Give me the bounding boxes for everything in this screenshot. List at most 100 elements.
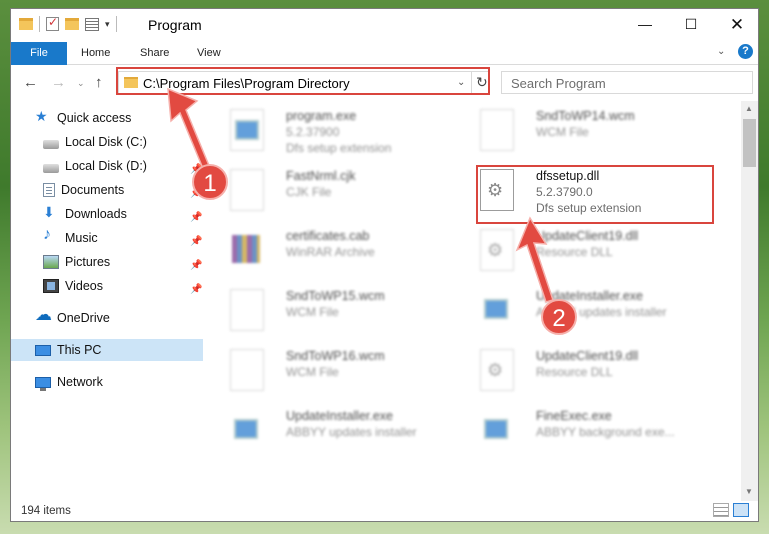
sidebar-item-local-disk-d[interactable]: Local Disk (D:) (11, 155, 203, 177)
file-icon (230, 289, 264, 331)
toolbar-divider (115, 16, 117, 32)
large-icons-view-icon[interactable] (733, 503, 749, 517)
search-box[interactable]: Search Program (501, 71, 753, 94)
file-item[interactable]: FineExec.exe ABBYY background exe... (458, 403, 698, 459)
scroll-up-icon[interactable]: ▲ (745, 104, 753, 113)
sidebar-item-label: Quick access (57, 111, 132, 125)
pictures-icon (43, 255, 59, 269)
sidebar-item-label: Videos (65, 279, 103, 293)
sidebar-item-videos[interactable]: Videos (11, 275, 203, 297)
file-name: UpdateInstaller.exe (286, 409, 394, 423)
videos-icon (43, 279, 59, 293)
disk-icon (43, 163, 59, 173)
file-type: ABBYY background exe... (536, 425, 675, 439)
file-type: WCM File (286, 365, 339, 379)
sidebar-item-label: Local Disk (C:) (65, 135, 147, 149)
search-input[interactable]: Search Program (511, 76, 606, 91)
file-type: WCM File (286, 305, 339, 319)
sidebar-item-quick-access[interactable]: Quick access (11, 107, 203, 129)
ribbon-tabs: File Home Share View ⌄ ? (11, 40, 758, 65)
expand-ribbon-icon[interactable]: ⌄ (717, 46, 725, 57)
maximize-button[interactable]: ☐ (668, 9, 714, 40)
file-item[interactable]: UpdateInstaller.exe ABBYY updates instal… (458, 283, 698, 339)
file-item[interactable]: ⚙ UpdateClient19.dll Resource DLL (458, 223, 698, 279)
pin-icon[interactable]: 📌 (190, 260, 202, 271)
sidebar-item-label: This PC (57, 343, 102, 357)
forward-button[interactable]: → (51, 74, 66, 91)
sidebar-item-label: Documents (61, 183, 125, 197)
recent-locations-button[interactable]: ⌄ (77, 78, 85, 89)
file-item[interactable]: ⚙ UpdateClient19.dll Resource DLL (458, 343, 698, 399)
sidebar-item-label: Network (57, 375, 103, 389)
file-icon (230, 349, 264, 391)
onedrive-icon (35, 305, 52, 325)
properties-icon[interactable] (85, 17, 99, 31)
file-item[interactable]: certificates.cab WinRAR Archive (208, 223, 448, 279)
file-name: UpdateClient19.dll (536, 349, 639, 363)
file-name: FineExec.exe (536, 409, 612, 423)
tab-home[interactable]: Home (81, 42, 110, 65)
file-item[interactable]: SndToWP16.wcm WCM File (208, 343, 448, 399)
file-item[interactable]: FastNrml.cjk CJK File (208, 163, 448, 219)
pc-icon (35, 344, 51, 356)
music-icon (43, 226, 59, 245)
file-version: 5.2.37900 (286, 125, 340, 139)
vertical-scrollbar[interactable]: ▲ ▼ (741, 101, 758, 501)
details-view-icon[interactable] (713, 503, 729, 517)
downloads-icon (43, 204, 59, 221)
file-item[interactable]: SndToWP14.wcm WCM File (458, 103, 698, 159)
file-description: Dfs setup extension (286, 141, 392, 155)
close-button[interactable]: ✕ (714, 9, 758, 40)
file-icon (480, 109, 514, 151)
scroll-down-icon[interactable]: ▼ (745, 487, 753, 496)
up-button[interactable]: ↑ (95, 74, 103, 91)
exe-icon (230, 409, 264, 451)
help-icon[interactable]: ? (738, 44, 753, 59)
sidebar-item-local-disk-c[interactable]: Local Disk (C:) (11, 131, 203, 153)
sidebar-item-documents[interactable]: Documents (11, 179, 203, 201)
file-item[interactable]: program.exe 5.2.37900 Dfs setup extensio… (208, 103, 448, 159)
disk-icon (43, 139, 59, 149)
sidebar-item-this-pc[interactable]: This PC (11, 339, 203, 361)
file-item[interactable]: UpdateInstaller.exe ABBYY updates instal… (208, 403, 448, 459)
step-badge-1: 1 (192, 164, 228, 200)
customize-toolbar-icon[interactable]: ▾ (105, 19, 110, 30)
file-item[interactable]: SndToWP15.wcm WCM File (208, 283, 448, 339)
star-icon (35, 108, 51, 125)
pin-icon[interactable]: 📌 (190, 212, 202, 223)
sidebar-item-downloads[interactable]: Downloads (11, 203, 203, 225)
file-name: SndToWP14.wcm (536, 109, 635, 123)
sidebar-item-label: Downloads (65, 207, 127, 221)
tab-view[interactable]: View (197, 42, 221, 65)
dll-gear-icon: ⚙ (480, 349, 514, 391)
tab-file[interactable]: File (11, 42, 67, 65)
sidebar-item-music[interactable]: Music (11, 226, 203, 249)
winrar-icon (230, 229, 264, 271)
sidebar-item-pictures[interactable]: Pictures (11, 251, 203, 273)
file-name: certificates.cab (286, 229, 370, 243)
file-icon (230, 169, 264, 211)
sidebar-item-onedrive[interactable]: OneDrive (11, 305, 203, 329)
file-list: program.exe 5.2.37900 Dfs setup extensio… (208, 101, 741, 499)
pin-icon[interactable]: 📌 (190, 236, 202, 247)
back-button[interactable]: ← (23, 74, 38, 91)
minimize-button[interactable]: — (622, 9, 668, 40)
sidebar-item-label: Music (65, 231, 98, 245)
dll-gear-icon: ⚙ (480, 229, 514, 271)
item-count: 194 items (21, 505, 71, 517)
scrollbar-thumb[interactable] (743, 119, 756, 167)
window-title: Program (148, 17, 202, 33)
file-type: WinRAR Archive (286, 245, 375, 259)
sidebar-item-network[interactable]: Network (11, 371, 203, 393)
file-type: Resource DLL (536, 365, 613, 379)
folder-icon[interactable] (19, 18, 33, 30)
documents-icon (43, 183, 55, 197)
title-bar: ▾ Program — ☐ ✕ (11, 9, 758, 40)
tab-share[interactable]: Share (140, 42, 169, 65)
new-folder-icon[interactable] (65, 18, 79, 30)
address-highlight-box (116, 67, 490, 95)
properties-check-icon[interactable] (46, 15, 59, 31)
file-name: UpdateClient19.dll (536, 229, 639, 243)
sidebar-item-label: Pictures (65, 255, 111, 269)
pin-icon[interactable]: 📌 (190, 284, 202, 295)
